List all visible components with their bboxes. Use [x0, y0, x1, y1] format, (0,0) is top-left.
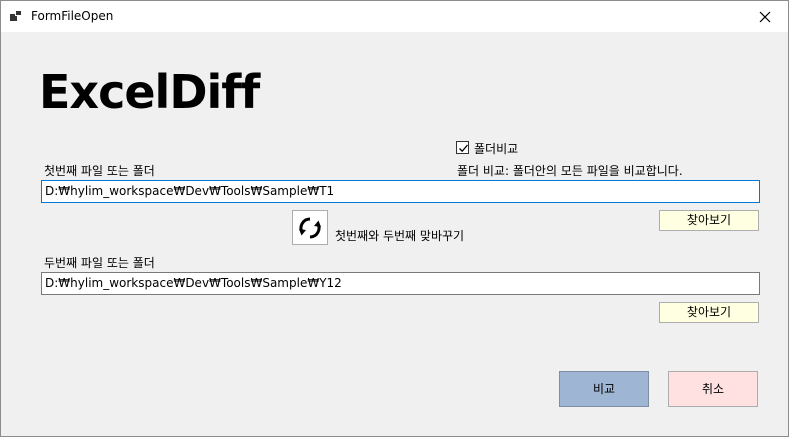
compare-button[interactable]: 비교 — [559, 371, 649, 407]
second-path-input[interactable]: D:₩hylim_workspace₩Dev₩Tools₩Sample₩Y12 — [41, 272, 760, 295]
app-title: ExcelDiff — [39, 65, 260, 119]
close-button[interactable] — [742, 1, 788, 32]
form-file-open-window: FormFileOpen ExcelDiff 폴더비교 첫번째 파일 또는 폴더… — [0, 0, 789, 437]
swap-label: 첫번째와 두번째 맞바꾸기 — [335, 229, 465, 243]
checkmark-icon — [459, 144, 468, 153]
first-path-input[interactable]: D:₩hylim_workspace₩Dev₩Tools₩Sample₩T1 — [41, 180, 760, 203]
folder-compare-description: 폴더 비교: 폴더안의 모든 파일을 비교합니다. — [457, 164, 683, 178]
cancel-button[interactable]: 취소 — [668, 371, 758, 407]
folder-compare-label[interactable]: 폴더비교 — [474, 140, 518, 157]
second-path-label: 두번째 파일 또는 폴더 — [44, 256, 155, 270]
second-browse-button[interactable]: 찾아보기 — [659, 302, 759, 323]
swap-button[interactable] — [292, 210, 328, 245]
folder-compare-checkbox[interactable] — [456, 141, 469, 154]
title-bar[interactable]: FormFileOpen — [1, 1, 788, 32]
window-title: FormFileOpen — [31, 9, 114, 23]
close-icon — [759, 11, 771, 22]
first-path-label: 첫번째 파일 또는 폴더 — [44, 164, 155, 178]
first-browse-button[interactable]: 찾아보기 — [659, 210, 759, 231]
app-window-icon — [10, 10, 24, 22]
refresh-icon — [299, 217, 321, 238]
